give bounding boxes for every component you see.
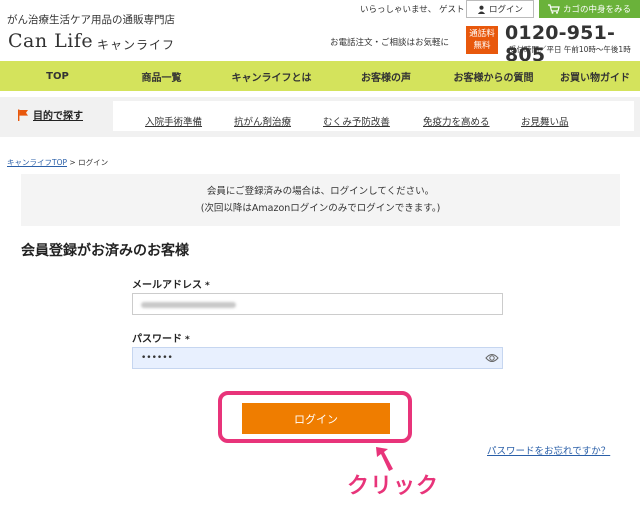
purpose-heading-label: 目的で探す [33, 111, 83, 122]
phone-hours: 受付時間／平日 午前10時〜午後1時 [509, 45, 631, 54]
nav-item-about[interactable]: キャンライフとは [208, 69, 335, 84]
cart-label: カゴの中身をみる [562, 5, 631, 15]
email-value-redacted [141, 302, 236, 308]
email-required-mark: * [205, 281, 210, 291]
nav-item-guide[interactable]: お買い物ガイド [550, 69, 640, 84]
free-badge-line1: 通話料 [469, 29, 495, 39]
click-annotation: クリック [347, 474, 440, 499]
login-submit-label: ログイン [294, 412, 338, 426]
forgot-password-link[interactable]: パスワードをお忘れですか？ [487, 443, 610, 457]
subnav-link-surgery[interactable]: 入院手術準備 [145, 114, 202, 128]
welcome-text: いらっしゃいませ、 ゲスト 様 [360, 5, 476, 15]
flag-icon [18, 109, 28, 121]
cart-button[interactable]: カゴの中身をみる [539, 0, 640, 18]
purpose-subnav: 目的で探す 入院手術準備 抗がん剤治療 むくみ予防改善 免疫力を高める お見舞い… [0, 97, 640, 137]
free-badge-line2: 無料 [473, 41, 491, 51]
site-tagline: がん治療生活ケア用品の通販専門店 [7, 14, 175, 26]
site-logo[interactable]: Can Life [8, 30, 93, 52]
user-icon [477, 5, 486, 14]
page: がん治療生活ケア用品の通販専門店 いらっしゃいませ、 ゲスト 様 ログイン カゴ… [0, 0, 640, 518]
login-submit-button[interactable]: ログイン [242, 403, 390, 434]
subnav-link-immunity[interactable]: 免疫力を高める [423, 114, 490, 128]
email-field[interactable] [132, 293, 503, 315]
subnav-link-gifts[interactable]: お見舞い品 [521, 114, 569, 128]
purpose-heading[interactable]: 目的で探す [17, 107, 83, 122]
main-nav: TOP 商品一覧 キャンライフとは お客様の声 お客様からの質問 お買い物ガイド [0, 61, 640, 91]
header-login-label: ログイン [488, 5, 523, 15]
password-value: •••••• [141, 353, 173, 363]
cart-icon [547, 4, 560, 14]
breadcrumb-home[interactable]: キャンライフTOP [7, 158, 67, 167]
phone-note: お電話注文・ご相談はお気軽に [330, 38, 450, 48]
eye-icon[interactable] [485, 352, 499, 364]
subnav-link-swelling[interactable]: むくみ予防改善 [323, 114, 390, 128]
free-call-badge: 通話料 無料 [466, 26, 498, 54]
info-line-2: (次回以降はAmazonログインのみでログインできます。) [200, 203, 441, 214]
nav-item-top[interactable]: TOP [0, 71, 115, 82]
login-info-box: 会員にご登録済みの場合は、ログインしてください。 (次回以降はAmazonログイ… [21, 174, 620, 226]
purpose-links-panel: 入院手術準備 抗がん剤治療 むくみ予防改善 免疫力を高める お見舞い品 [113, 101, 634, 131]
member-login-title: 会員登録がお済みのお客様 [21, 243, 189, 259]
email-label: メールアドレス * [132, 276, 210, 291]
header-login-button[interactable]: ログイン [466, 0, 534, 18]
breadcrumb-current: ログイン [78, 158, 109, 167]
site-logo-kana: キャンライフ [97, 38, 176, 52]
password-label: パスワード * [132, 330, 190, 345]
nav-item-products[interactable]: 商品一覧 [115, 69, 208, 84]
nav-item-voices[interactable]: お客様の声 [335, 69, 437, 84]
info-line-1: 会員にご登録済みの場合は、ログインしてください。 [206, 186, 435, 197]
password-field[interactable]: •••••• [132, 347, 503, 369]
subnav-link-chemo[interactable]: 抗がん剤治療 [234, 114, 291, 128]
nav-item-faq[interactable]: お客様からの質問 [437, 69, 550, 84]
breadcrumb: キャンライフTOP > ログイン [7, 157, 108, 168]
email-label-text: メールアドレス [132, 280, 202, 291]
password-label-text: パスワード [132, 334, 182, 345]
breadcrumb-separator: > [67, 158, 79, 167]
password-required-mark: * [185, 335, 190, 345]
